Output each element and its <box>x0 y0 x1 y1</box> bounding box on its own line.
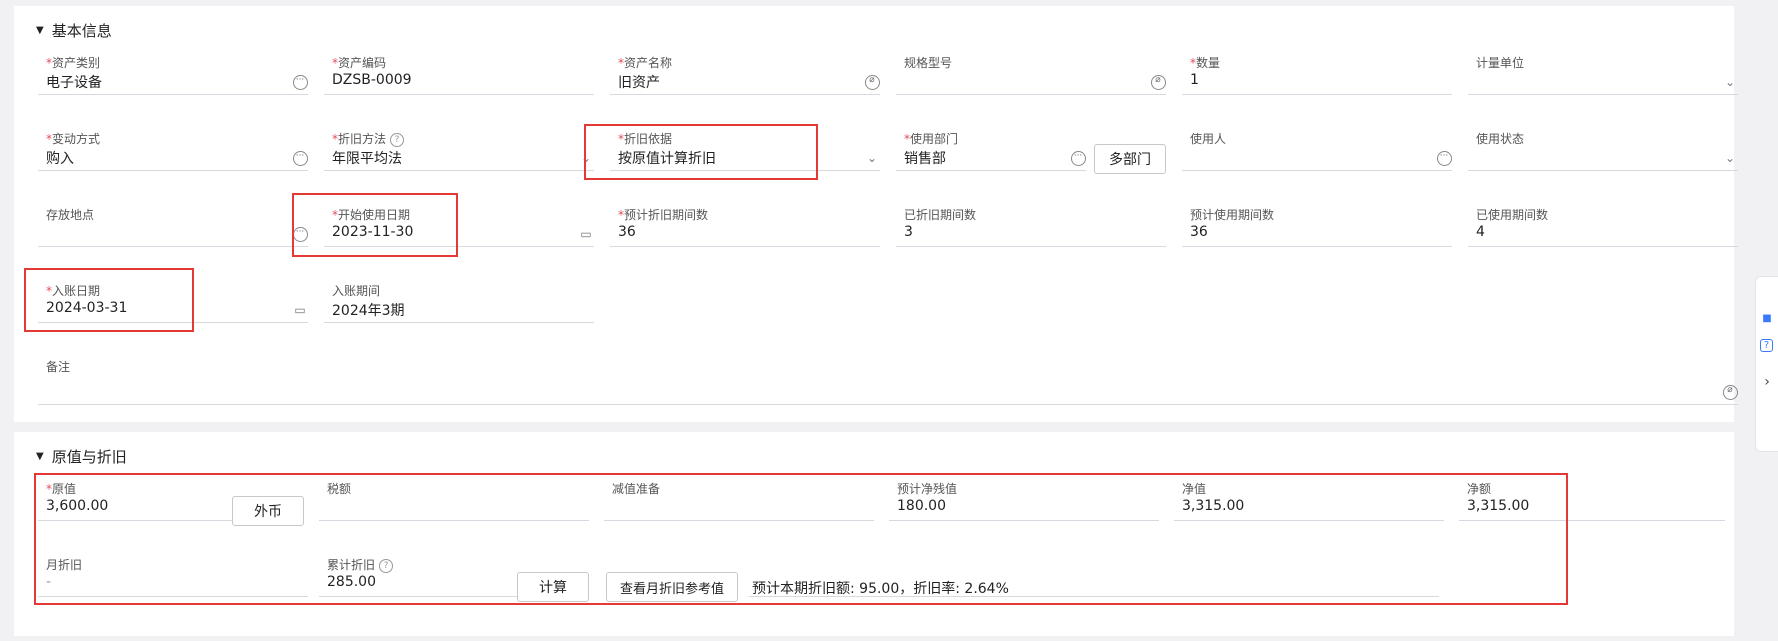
department-field[interactable]: *使用部门 销售部 ··· <box>896 130 1086 174</box>
field-value: 36 <box>618 224 636 240</box>
value-depreciation-section-header[interactable]: ▼ 原值与折旧 <box>36 446 127 467</box>
field-label: 规格型号 <box>904 56 953 70</box>
more-icon[interactable]: ··· <box>292 74 308 90</box>
chevron-right-icon[interactable]: › <box>1760 374 1774 390</box>
chat-icon[interactable]: ■ <box>1760 311 1774 325</box>
use-status-select[interactable]: 使用状态 ⌄ <box>1468 130 1738 174</box>
field-value: 1 <box>1190 72 1199 88</box>
entry-period-field: 入账期间 2024年3期 <box>324 282 594 326</box>
collapse-triangle-icon[interactable]: ▼ <box>36 451 44 462</box>
field-value: 电子设备 <box>46 75 102 91</box>
basic-info-panel: ▼ 基本信息 *资产类别 电子设备 ··· *资产编码 DZSB-0009 *资… <box>14 6 1738 422</box>
field-label: 预计折旧期间数 <box>624 208 709 222</box>
field-value: 销售部 <box>904 151 946 167</box>
highlight-depreciation-basis <box>584 124 818 180</box>
help-icon[interactable]: ? <box>1760 339 1773 352</box>
section-title: 基本信息 <box>51 22 112 40</box>
used-periods-field[interactable]: 已使用期间数 4 <box>1468 206 1738 250</box>
highlight-entry-date <box>24 268 194 332</box>
field-value: 旧资产 <box>618 75 660 91</box>
field-label: 使用人 <box>1190 132 1227 146</box>
edit-icon[interactable]: ⌀ <box>864 74 880 90</box>
edit-icon[interactable]: ⌀ <box>1150 74 1166 90</box>
more-icon[interactable]: ··· <box>1070 150 1086 166</box>
help-icon[interactable]: ? <box>390 132 405 147</box>
user-field[interactable]: 使用人 ··· <box>1182 130 1452 174</box>
field-label: 数量 <box>1196 56 1221 70</box>
field-label: 计量单位 <box>1476 56 1525 70</box>
field-label: 资产编码 <box>338 56 387 70</box>
asset-name-field[interactable]: *资产名称 旧资产 ⌀ <box>610 54 880 98</box>
estimated-depreciation-periods-field[interactable]: *预计折旧期间数 36 <box>610 206 880 250</box>
field-label: 备注 <box>46 360 71 374</box>
asset-category-field[interactable]: *资产类别 电子设备 ··· <box>38 54 308 98</box>
field-label: 使用状态 <box>1476 132 1525 146</box>
highlight-start-date <box>292 193 458 257</box>
spec-field[interactable]: 规格型号 ⌀ <box>896 54 1166 98</box>
field-label: 预计使用期间数 <box>1190 208 1275 222</box>
unit-select[interactable]: 计量单位 ⌄ <box>1468 54 1738 98</box>
depreciation-method-select[interactable]: *折旧方法? 年限平均法 ⌄ <box>324 130 594 174</box>
calendar-icon[interactable]: ▭ <box>292 302 308 318</box>
field-label: 资产类别 <box>52 56 101 70</box>
field-label: 使用部门 <box>910 132 959 146</box>
basic-info-section-header[interactable]: ▼ 基本信息 <box>36 20 112 41</box>
field-label: 资产名称 <box>624 56 673 70</box>
depreciated-periods-field[interactable]: 已折旧期间数 3 <box>896 206 1166 250</box>
multi-department-button[interactable]: 多部门 <box>1094 144 1166 174</box>
field-value: DZSB-0009 <box>332 72 412 88</box>
chevron-down-icon[interactable]: ⌄ <box>864 150 880 166</box>
more-icon[interactable]: ··· <box>1436 150 1452 166</box>
field-value: 3 <box>904 224 913 240</box>
field-label: 已折旧期间数 <box>904 208 977 222</box>
more-icon[interactable]: ··· <box>292 150 308 166</box>
location-field[interactable]: 存放地点 ··· <box>38 206 308 250</box>
field-value: 年限平均法 <box>332 151 402 167</box>
field-value: 36 <box>1190 224 1208 240</box>
field-label: 入账期间 <box>332 284 381 298</box>
field-value: 4 <box>1476 224 1485 240</box>
change-method-field[interactable]: *变动方式 购入 ··· <box>38 130 308 174</box>
estimated-use-periods-field[interactable]: 预计使用期间数 36 <box>1182 206 1452 250</box>
field-label: 存放地点 <box>46 208 95 222</box>
field-label: 变动方式 <box>52 132 101 146</box>
section-title: 原值与折旧 <box>51 448 127 466</box>
field-label: 折旧方法 <box>338 132 387 146</box>
field-label: 已使用期间数 <box>1476 208 1549 222</box>
chevron-down-icon[interactable]: ⌄ <box>1722 150 1738 166</box>
calendar-icon[interactable]: ▭ <box>578 226 594 242</box>
field-value: 购入 <box>46 151 74 167</box>
asset-code-field[interactable]: *资产编码 DZSB-0009 <box>324 54 594 98</box>
highlight-value-depreciation <box>34 473 1568 605</box>
side-toolbar: ■ ? › <box>1755 276 1778 452</box>
quantity-field[interactable]: *数量 1 <box>1182 54 1452 98</box>
chevron-down-icon[interactable]: ⌄ <box>1722 74 1738 90</box>
remark-field[interactable]: 备注 ⌀ <box>38 358 1738 405</box>
field-value: 2024年3期 <box>332 303 405 319</box>
collapse-triangle-icon[interactable]: ▼ <box>36 25 44 36</box>
edit-icon[interactable]: ⌀ <box>1722 384 1738 400</box>
